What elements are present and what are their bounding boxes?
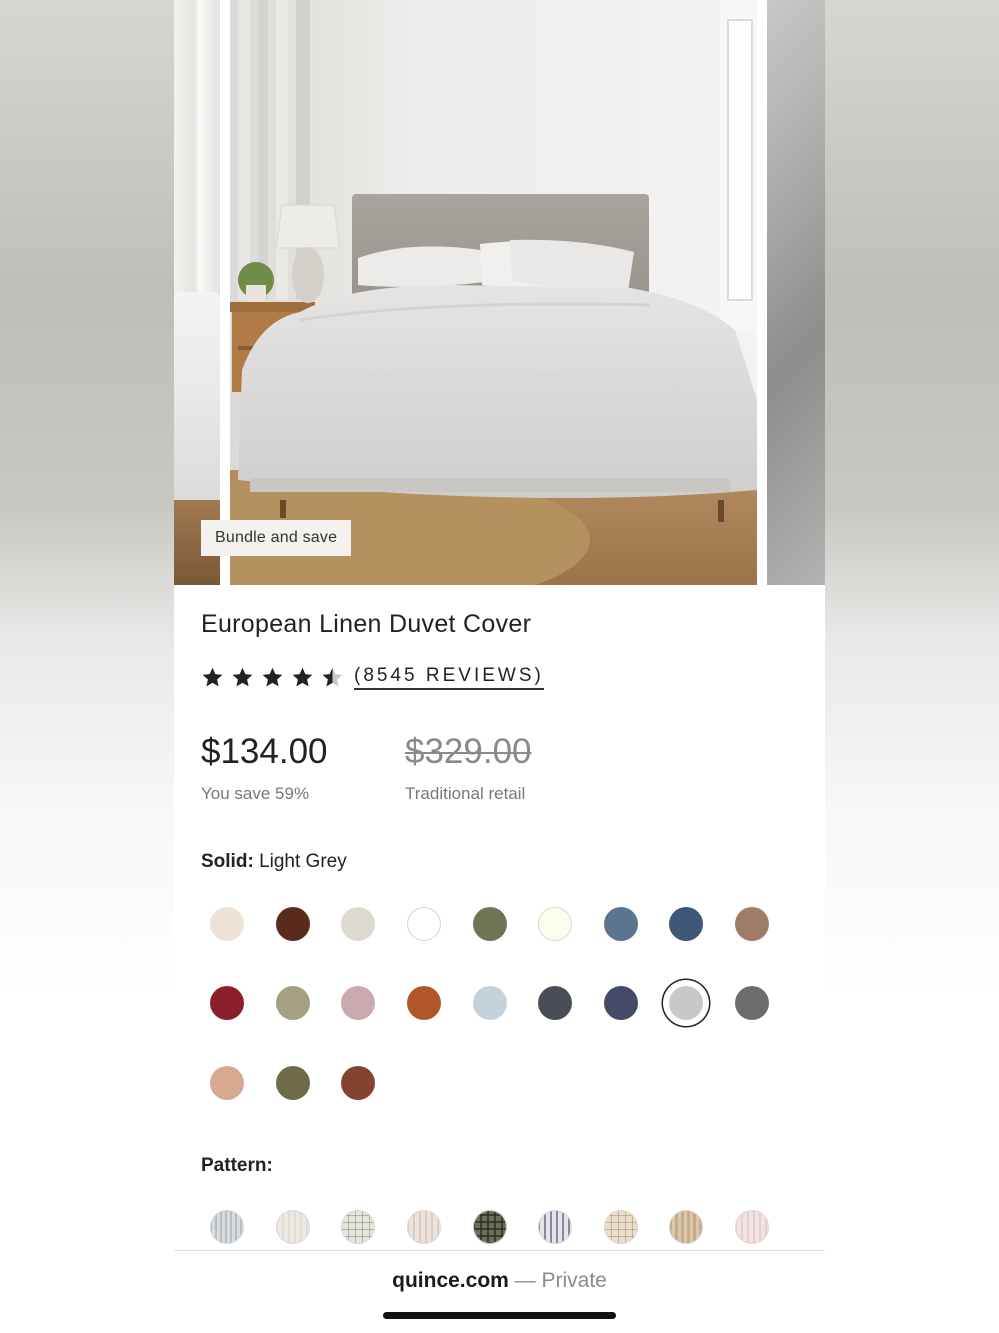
- half-star-icon: [322, 667, 343, 687]
- star-icon: [262, 667, 283, 687]
- color-swatch[interactable]: [473, 986, 507, 1020]
- color-swatch[interactable]: [341, 907, 375, 941]
- savings-text: You save 59%: [201, 784, 310, 803]
- retail-label: Traditional retail: [405, 784, 526, 803]
- solid-color-label: Solid: Light Grey: [201, 851, 347, 873]
- pattern-swatch[interactable]: [604, 1210, 638, 1244]
- color-swatch[interactable]: [604, 986, 638, 1020]
- color-swatch[interactable]: [669, 907, 703, 941]
- url-display[interactable]: quince.com — Private: [174, 1269, 825, 1293]
- star-icon: [202, 667, 223, 687]
- color-swatch[interactable]: [735, 907, 769, 941]
- color-swatch[interactable]: [538, 986, 572, 1020]
- sale-price: $134.00: [201, 732, 328, 771]
- product-rating: (8545 REVIEWS): [201, 665, 544, 690]
- pattern-swatch[interactable]: [276, 1210, 310, 1244]
- url-domain: quince.com: [392, 1269, 509, 1292]
- color-swatch[interactable]: [341, 1066, 375, 1100]
- color-swatch[interactable]: [473, 907, 507, 941]
- product-image-gallery[interactable]: Bundle and save: [174, 0, 825, 585]
- color-swatch[interactable]: [276, 1066, 310, 1100]
- gallery-next-slide[interactable]: [767, 0, 825, 585]
- rating-stars: [201, 666, 344, 689]
- star-icon: [292, 667, 313, 687]
- color-swatch[interactable]: [210, 1066, 244, 1100]
- pattern-swatch[interactable]: [341, 1210, 375, 1244]
- pattern-swatch[interactable]: [407, 1210, 441, 1244]
- bedroom-photo: [230, 0, 757, 585]
- color-swatch[interactable]: [276, 986, 310, 1020]
- star-icon: [232, 667, 253, 687]
- selected-color-name: Light Grey: [259, 851, 347, 872]
- color-swatch[interactable]: [538, 907, 572, 941]
- reviews-link[interactable]: (8545 REVIEWS): [354, 665, 544, 690]
- url-separator: —: [508, 1269, 542, 1292]
- pattern-swatch[interactable]: [473, 1210, 507, 1244]
- product-title: European Linen Duvet Cover: [201, 610, 532, 638]
- gallery-current-slide[interactable]: [230, 0, 757, 585]
- color-swatch[interactable]: [341, 986, 375, 1020]
- color-swatch[interactable]: [735, 986, 769, 1020]
- product-card: Bundle and save European Linen Duvet Cov…: [174, 0, 825, 1333]
- color-swatch[interactable]: [669, 986, 703, 1020]
- color-swatch[interactable]: [407, 986, 441, 1020]
- solid-label: Solid:: [201, 851, 254, 872]
- retail-price: $329.00: [405, 732, 532, 771]
- pattern-swatch[interactable]: [538, 1210, 572, 1244]
- gallery-previous-slide[interactable]: [174, 0, 220, 585]
- pattern-label: Pattern:: [201, 1155, 273, 1176]
- color-swatch[interactable]: [407, 907, 441, 941]
- color-swatch[interactable]: [604, 907, 638, 941]
- color-swatch[interactable]: [276, 907, 310, 941]
- home-indicator[interactable]: [383, 1312, 616, 1319]
- color-swatch[interactable]: [210, 907, 244, 941]
- bed-image-edge: [174, 292, 220, 502]
- pattern-swatch[interactable]: [210, 1210, 244, 1244]
- pattern-swatch[interactable]: [669, 1210, 703, 1244]
- private-mode-label: Private: [541, 1269, 607, 1292]
- bundle-badge: Bundle and save: [201, 520, 352, 556]
- color-swatch[interactable]: [210, 986, 244, 1020]
- pattern-swatch[interactable]: [735, 1210, 769, 1244]
